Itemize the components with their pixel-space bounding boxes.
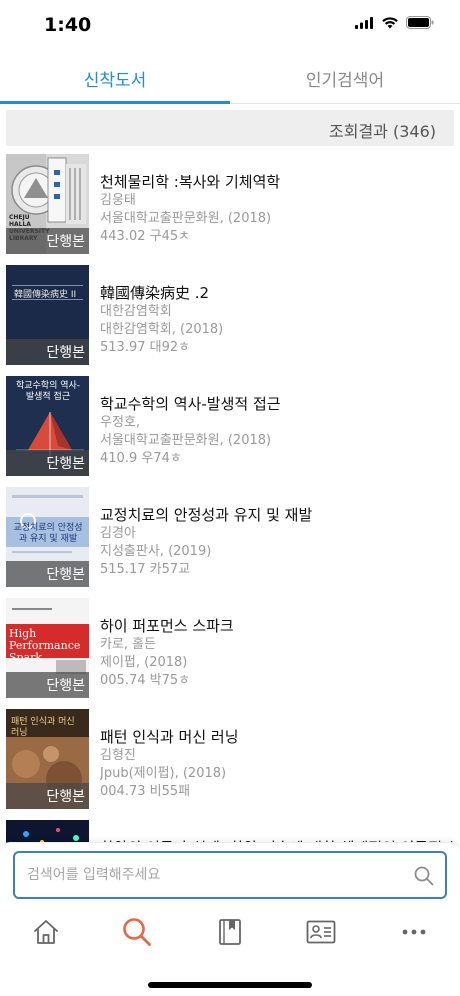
list-item[interactable]: 교정치료의 안정성과 유지 및 재발 단행본 교정치료의 안정성과 유지 및 재… (0, 487, 460, 598)
bottom-nav (0, 904, 460, 996)
book-list: CHEJU HALLA UNIVERSITY LIBRARY 단행본 천체물리학… (0, 154, 460, 931)
nav-bookshelf[interactable] (210, 912, 250, 952)
cover-caption: 교정치료의 안정성과 유지 및 재발 (13, 523, 83, 544)
cover-caption: High Performance Spark (9, 627, 81, 664)
home-indicator (148, 982, 312, 988)
book-cover: 패턴 인식과 머신 러닝 단행본 (6, 709, 89, 809)
book-author: 우정호, (100, 415, 141, 430)
bookmark-book-icon (219, 919, 241, 945)
active-tab-indicator (0, 101, 230, 104)
book-publisher: Jpub(제이펍), (2018) (100, 766, 227, 781)
book-call-number: 515.17 카57교 (100, 562, 191, 577)
book-info: 韓國傳染病史 .2 대한감염학회 대한감염학회, (2018) 513.97 대… (100, 283, 454, 357)
book-publisher: 제이펍, (2018) (100, 655, 188, 670)
book-info: 패턴 인식과 머신 러닝 김형진 Jpub(제이펍), (2018) 004.7… (100, 727, 454, 801)
book-title: 하이 퍼포먼스 스파크 (100, 617, 234, 635)
book-info: 교정치료의 안정성과 유지 및 재발 김경아 지성출판사, (2019) 515… (100, 505, 454, 579)
more-icon (402, 929, 426, 935)
format-badge: 단행본 (6, 783, 89, 809)
list-item[interactable]: High Performance Spark 단행본 하이 퍼포먼스 스파크 카… (0, 598, 460, 709)
cover-caption: 학교수학의 역사-발생적 접근 (15, 381, 81, 402)
book-title: 韓國傳染病史 .2 (100, 284, 210, 302)
book-author: 김경아 (100, 526, 136, 541)
book-info: 하이 퍼포먼스 스파크 카로, 홀든 제이펍, (2018) 005.74 박7… (100, 616, 454, 690)
book-info: 천체물리학 :복사와 기체역학 김웅태 서울대학교출판문화원, (2018) 4… (100, 172, 454, 246)
list-item[interactable]: 패턴 인식과 머신 러닝 단행본 패턴 인식과 머신 러닝 김형진 Jpub(제… (0, 709, 460, 820)
nav-home[interactable] (26, 912, 66, 952)
result-count: 조회결과 (346) (329, 122, 436, 141)
book-info: 학교수학의 역사-발생적 접근 우정호, 서울대학교출판문화원, (2018) … (100, 394, 454, 468)
status-bar: 1:40 (0, 0, 460, 52)
book-cover: 학교수학의 역사-발생적 접근 단행본 (6, 376, 89, 476)
search-input[interactable] (27, 864, 387, 886)
book-author: 카로, 홀든 (100, 637, 157, 652)
book-publisher: 서울대학교출판문화원, (2018) (100, 433, 272, 448)
book-publisher: 서울대학교출판문화원, (2018) (100, 211, 272, 226)
format-badge: 단행본 (6, 561, 89, 587)
book-cover: 韓國傳染病史 II 단행본 (6, 265, 89, 365)
list-item[interactable]: CHEJU HALLA UNIVERSITY LIBRARY 단행본 천체물리학… (0, 154, 460, 265)
book-author: 김형진 (100, 748, 136, 763)
wifi-icon (382, 17, 398, 29)
book-cover: High Performance Spark 단행본 (6, 598, 89, 698)
home-icon (34, 920, 58, 944)
search-box (13, 851, 447, 899)
cover-caption: 韓國傳染病史 II (14, 290, 77, 300)
list-item[interactable]: 학교수학의 역사-발생적 접근 단행본 학교수학의 역사-발생적 접근 우정호,… (0, 376, 460, 487)
book-publisher: 지성출판사, (2019) (100, 544, 212, 559)
list-item[interactable]: 韓國傳染病史 II 단행본 韓國傳染病史 .2 대한감염학회 대한감염학회, (… (0, 265, 460, 376)
book-call-number: 513.97 대92ㅎ (100, 340, 191, 355)
nav-search[interactable] (117, 912, 157, 952)
tab-new-books[interactable]: 신착도서 (0, 52, 230, 104)
book-title: 교정치료의 안정성과 유지 및 재발 (100, 506, 313, 524)
format-badge: 단행본 (6, 339, 89, 365)
book-publisher: 대한감염학회, (2018) (100, 322, 224, 337)
book-call-number: 005.74 박75ㅎ (100, 673, 191, 688)
cover-caption: 패턴 인식과 머신 러닝 (11, 717, 75, 738)
nav-more[interactable] (394, 912, 434, 952)
status-icons (355, 16, 434, 29)
book-call-number: 004.73 비55패 (100, 784, 191, 799)
search-icon[interactable] (413, 865, 435, 887)
book-author: 대한감염학회 (100, 304, 172, 319)
book-call-number: 443.02 구45ㅊ (100, 229, 191, 244)
result-summary-bar: 조회결과 (346) (6, 110, 454, 146)
tab-bar: 신착도서 인기검색어 (0, 52, 460, 104)
signal-icon (355, 16, 373, 29)
format-badge: 단행본 (6, 450, 89, 476)
book-author: 김웅태 (100, 193, 136, 208)
format-badge: 단행본 (6, 228, 89, 254)
book-title: 학교수학의 역사-발생적 접근 (100, 395, 281, 413)
id-card-icon (306, 920, 336, 944)
book-cover: 교정치료의 안정성과 유지 및 재발 단행본 (6, 487, 89, 587)
status-time: 1:40 (44, 14, 92, 36)
format-badge: 단행본 (6, 672, 89, 698)
nav-membership-card[interactable] (301, 912, 341, 952)
book-call-number: 410.9 우74ㅎ (100, 451, 182, 466)
battery-icon (406, 16, 434, 29)
book-title: 천체물리학 :복사와 기체역학 (100, 173, 281, 191)
search-icon (123, 918, 151, 946)
tab-popular-searches[interactable]: 인기검색어 (230, 52, 460, 104)
book-cover: CHEJU HALLA UNIVERSITY LIBRARY 단행본 (6, 154, 89, 254)
book-title: 패턴 인식과 머신 러닝 (100, 728, 239, 746)
search-panel (0, 842, 460, 904)
